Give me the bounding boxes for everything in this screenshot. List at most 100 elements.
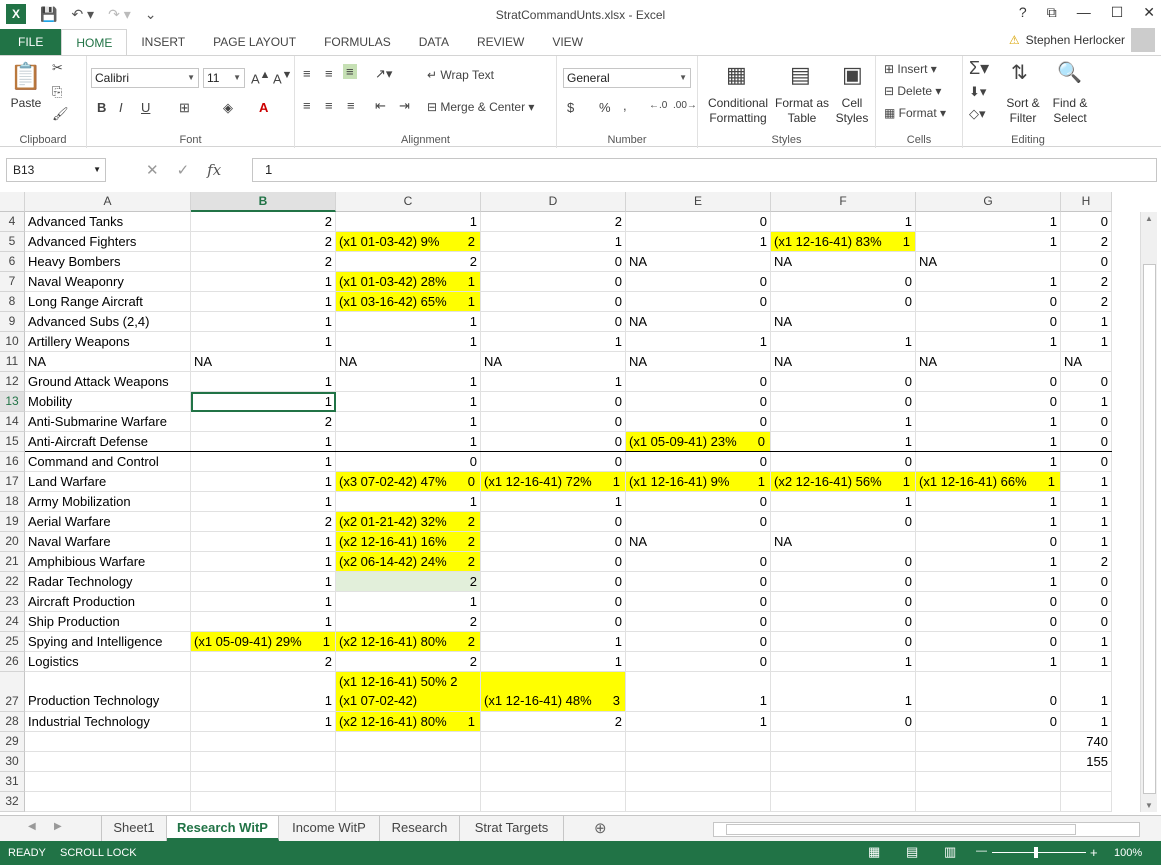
row-header[interactable]: 6 [0, 252, 25, 272]
increase-decimal-icon[interactable]: ←.0 [649, 100, 667, 111]
cell-d7[interactable]: 0 [481, 272, 626, 292]
cell-a5[interactable]: Advanced Fighters [25, 232, 191, 252]
cell-d31[interactable] [481, 772, 626, 792]
row-header[interactable]: 27 [0, 672, 25, 712]
cell-h23[interactable]: 0 [1061, 592, 1112, 612]
cell-a11[interactable]: NA [25, 352, 191, 372]
cell-d11[interactable]: NA [481, 352, 626, 372]
cell-h14[interactable]: 0 [1061, 412, 1112, 432]
tab-view[interactable]: VIEW [538, 29, 597, 55]
cell-g19[interactable]: 1 [916, 512, 1061, 532]
cell-a8[interactable]: Long Range Aircraft [25, 292, 191, 312]
cell-b4[interactable]: 2 [191, 212, 336, 232]
cell-f15[interactable]: 1 [771, 432, 916, 452]
cell-g16[interactable]: 1 [916, 452, 1061, 472]
cell-c27[interactable]: (x1 12-16-41) 50% 2 (x1 07-02-42) [336, 672, 481, 712]
close-button[interactable]: ✕ [1143, 4, 1155, 21]
sheet-tab-research-witp[interactable]: Research WitP [167, 816, 279, 841]
cell-a26[interactable]: Logistics [25, 652, 191, 672]
italic-button[interactable]: I [119, 100, 123, 115]
cell-c28[interactable]: (x2 12-16-41) 80% 1 [336, 712, 481, 732]
cell-f4[interactable]: 1 [771, 212, 916, 232]
cell-a22[interactable]: Radar Technology [25, 572, 191, 592]
find-select-button[interactable]: Find & Select [1047, 96, 1093, 126]
sheet-tab-research[interactable]: Research [380, 816, 460, 841]
cell-g14[interactable]: 1 [916, 412, 1061, 432]
cell-e24[interactable]: 0 [626, 612, 771, 632]
cell-a30[interactable] [25, 752, 191, 772]
tab-review[interactable]: REVIEW [463, 29, 538, 55]
row-header[interactable]: 32 [0, 792, 25, 812]
sheet-tab-sheet1[interactable]: Sheet1 [101, 816, 167, 841]
cell-d19[interactable]: 0 [481, 512, 626, 532]
tab-page-layout[interactable]: PAGE LAYOUT [199, 29, 310, 55]
cell-c18[interactable]: 1 [336, 492, 481, 512]
cell-b17[interactable]: 1 [191, 472, 336, 492]
middle-align-icon[interactable]: ≡ [325, 66, 333, 81]
fill-color-icon[interactable]: ◈ [223, 100, 233, 116]
cell-b12[interactable]: 1 [191, 372, 336, 392]
cell-f11[interactable]: NA [771, 352, 916, 372]
cell-f6[interactable]: NA [771, 252, 916, 272]
sheet-tab-strat-targets[interactable]: Strat Targets [460, 816, 564, 841]
cell-c15[interactable]: 1 [336, 432, 481, 452]
row-header[interactable]: 15 [0, 432, 25, 452]
sort-filter-button[interactable]: Sort & Filter [1001, 96, 1045, 126]
align-left-icon[interactable]: ≡ [303, 98, 311, 113]
bold-button[interactable]: B [97, 100, 106, 115]
cell-f26[interactable]: 1 [771, 652, 916, 672]
cell-d18[interactable]: 1 [481, 492, 626, 512]
cell-d5[interactable]: 1 [481, 232, 626, 252]
cell-h32[interactable] [1061, 792, 1112, 812]
comma-button[interactable]: , [623, 98, 627, 113]
cell-f13[interactable]: 0 [771, 392, 916, 412]
cell-h13[interactable]: 1 [1061, 392, 1112, 412]
cell-e21[interactable]: 0 [626, 552, 771, 572]
zoom-out-icon[interactable]: — [976, 845, 987, 857]
scroll-down-icon[interactable]: ▼ [1145, 801, 1153, 810]
cell-a28[interactable]: Industrial Technology [25, 712, 191, 732]
cell-b23[interactable]: 1 [191, 592, 336, 612]
cell-d17[interactable]: (x1 12-16-41) 72% 1 [481, 472, 626, 492]
cell-d26[interactable]: 1 [481, 652, 626, 672]
cell-d30[interactable] [481, 752, 626, 772]
vertical-scroll-thumb[interactable] [1143, 264, 1156, 794]
vertical-scrollbar[interactable]: ▲ ▼ [1140, 212, 1157, 812]
minimize-button[interactable]: — [1077, 4, 1091, 21]
fill-icon[interactable]: ⬇▾ [969, 84, 986, 100]
cell-b28[interactable]: 1 [191, 712, 336, 732]
cell-h25[interactable]: 1 [1061, 632, 1112, 652]
cell-a6[interactable]: Heavy Bombers [25, 252, 191, 272]
autosum-icon[interactable]: Σ▾ [969, 58, 989, 79]
cell-a14[interactable]: Anti-Submarine Warfare [25, 412, 191, 432]
zoom-slider-thumb[interactable] [1034, 847, 1038, 858]
row-header[interactable]: 26 [0, 652, 25, 672]
cell-b26[interactable]: 2 [191, 652, 336, 672]
cell-g26[interactable]: 1 [916, 652, 1061, 672]
cancel-icon[interactable]: ✕ [146, 161, 159, 179]
cell-g4[interactable]: 1 [916, 212, 1061, 232]
cell-b19[interactable]: 2 [191, 512, 336, 532]
cell-h21[interactable]: 2 [1061, 552, 1112, 572]
cell-c8[interactable]: (x1 03-16-42) 65% 1 [336, 292, 481, 312]
cell-d15[interactable]: 0 [481, 432, 626, 452]
delete-button[interactable]: ⊟ Delete ▾ [884, 84, 941, 98]
underline-button[interactable]: U [141, 100, 150, 115]
cell-h17[interactable]: 1 [1061, 472, 1112, 492]
cut-icon[interactable]: ✂ [52, 60, 63, 76]
cell-g18[interactable]: 1 [916, 492, 1061, 512]
select-all-corner[interactable] [0, 192, 25, 212]
cell-c32[interactable] [336, 792, 481, 812]
cell-c26[interactable]: 2 [336, 652, 481, 672]
zoom-in-icon[interactable]: + [1090, 845, 1098, 860]
cell-h30[interactable]: 155 [1061, 752, 1112, 772]
cell-e17[interactable]: (x1 12-16-41) 9% 1 [626, 472, 771, 492]
cell-a24[interactable]: Ship Production [25, 612, 191, 632]
cell-b21[interactable]: 1 [191, 552, 336, 572]
user-account[interactable]: ⚠ Stephen Herlocker [1009, 33, 1125, 47]
cell-f19[interactable]: 0 [771, 512, 916, 532]
cell-h29[interactable]: 740 [1061, 732, 1112, 752]
row-header[interactable]: 22 [0, 572, 25, 592]
cell-f17[interactable]: (x2 12-16-41) 56% 1 [771, 472, 916, 492]
row-header[interactable]: 8 [0, 292, 25, 312]
